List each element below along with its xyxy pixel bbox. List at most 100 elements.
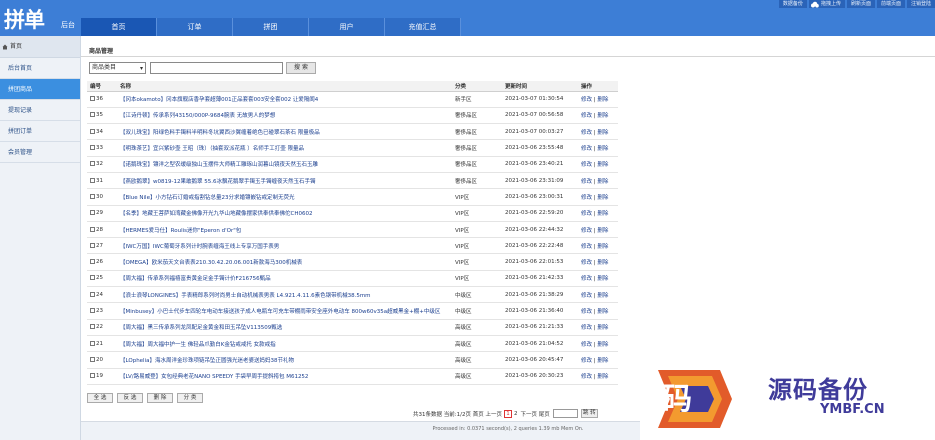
delete-link[interactable]: 删除 <box>597 374 608 380</box>
row-name[interactable]: 【Blue Nile】小方钻石订婚戒指割钻总量23分求婚镶嵌钻戒定制无荧光 <box>117 188 452 206</box>
delete-link[interactable]: 删除 <box>597 113 608 119</box>
invert-selection-button[interactable]: 反 选 <box>117 393 143 403</box>
edit-link[interactable]: 修改 <box>581 325 592 331</box>
edit-link[interactable]: 修改 <box>581 179 592 185</box>
row-name[interactable]: 【冈本okamoto】冈本旗舰店香孕套超薄001正品套套003安全套002 让爱… <box>117 91 452 108</box>
row-checkbox[interactable] <box>90 112 95 118</box>
row-name[interactable]: 【周大福】周大福中护一生 佛轻品爪勤白K金钻戒戒托 女款戒指 <box>117 335 452 353</box>
delete-link[interactable]: 删除 <box>597 162 608 168</box>
row-name[interactable]: 【LV/路易威登】女包经典老花NANO SPEEDY 手袋早周手提斜挎包 M61… <box>117 368 452 385</box>
delete-link[interactable]: 删除 <box>597 342 608 348</box>
delete-link[interactable]: 删除 <box>597 260 608 266</box>
row-name[interactable]: 【周大福】传承系列福禧富贵黄金足金手镯计价F216756甄品 <box>117 270 452 288</box>
delete-link[interactable]: 删除 <box>597 179 608 185</box>
sidebar-item-withdrawals[interactable]: 提现记录 <box>0 100 80 121</box>
edit-link[interactable]: 修改 <box>581 162 592 168</box>
edit-link[interactable]: 修改 <box>581 260 592 266</box>
edit-link[interactable]: 修改 <box>581 195 592 201</box>
category-select[interactable]: 商品类目 ▾ <box>89 62 146 74</box>
pager-page-2[interactable]: 2 <box>514 411 518 417</box>
row-checkbox[interactable] <box>90 259 95 265</box>
upload-button[interactable]: 拖拽上传 <box>808 0 845 8</box>
edit-link[interactable]: 修改 <box>581 97 592 103</box>
row-name[interactable]: 【LOphelia】海水周洋金珍珠项链吊坠正圆强光迷老婆送妈妈38节礼物 <box>117 351 452 369</box>
row-checkbox[interactable] <box>90 340 95 346</box>
page-jump-button[interactable]: 跳 转 <box>580 409 598 418</box>
row-name[interactable]: 【OMEGA】欧米茄天文台表表210.30.42.20.06.001新款海马30… <box>117 253 452 271</box>
delete-link[interactable]: 删除 <box>597 358 608 364</box>
edit-link[interactable]: 修改 <box>581 211 592 217</box>
frontend-button[interactable]: 前端页面 <box>876 0 905 8</box>
delete-link[interactable]: 删除 <box>597 309 608 315</box>
search-input[interactable] <box>150 62 283 74</box>
row-name[interactable]: 【双儿珠宝】阳绿色料手镯料半明料冬坑翼西沙翼缠着绝色已碰翠石茶石 限量极品 <box>117 123 452 141</box>
backup-button[interactable]: 数据备份 <box>778 0 807 8</box>
categorize-button[interactable]: 分 类 <box>177 393 203 403</box>
row-checkbox[interactable] <box>90 145 95 151</box>
row-name[interactable]: 【Minbusey】小巴士代步车四轮车电动车接送孩子成人电瓶车可充车带棚雨带安全… <box>117 302 452 320</box>
row-checkbox[interactable] <box>90 96 95 102</box>
page-jump-input[interactable] <box>552 409 578 418</box>
tab-users[interactable]: 用户 <box>309 18 385 36</box>
edit-link[interactable]: 修改 <box>581 342 592 348</box>
row-checkbox[interactable] <box>90 324 95 330</box>
tab-home[interactable]: 首页 <box>81 18 157 36</box>
edit-link[interactable]: 修改 <box>581 358 592 364</box>
row-checkbox[interactable] <box>90 210 95 216</box>
row-name[interactable]: 【江诗丹顿】传承系列43150/000P-9684腕表 无故男人的梦想 <box>117 107 452 125</box>
row-checkbox[interactable] <box>90 177 95 183</box>
delete-link[interactable]: 删除 <box>597 146 608 152</box>
delete-link[interactable]: 删除 <box>597 195 608 201</box>
pagination: 共31条数据 当前:1/2页 首页 上一页 1 2 下一页 尾页 跳 转 <box>413 409 598 418</box>
edit-link[interactable]: 修改 <box>581 293 592 299</box>
row-name[interactable]: 【HERMES爱马仕】Roulis迷你"Eperon d'Or"包 <box>117 221 452 239</box>
row-name[interactable]: 【IWC万国】IWC葡萄牙系列计时腕表缠海王线上专享万国手表男 <box>117 237 452 255</box>
row-checkbox[interactable] <box>90 226 95 232</box>
delete-link[interactable]: 删除 <box>597 293 608 299</box>
edit-link[interactable]: 修改 <box>581 146 592 152</box>
row-checkbox[interactable] <box>90 356 95 362</box>
table-row: 33 【明珠茶艺】宜兴紫砂壶 王昭（珠）（抽套双派花瓶 ）名师手工打壶 限量品 奢侈… <box>87 139 618 157</box>
row-checkbox[interactable] <box>90 128 95 134</box>
pager-tail[interactable]: 下一页 尾页 <box>520 410 549 418</box>
row-name[interactable]: 【浪士浪琴LONGINES】手表精郎系列时尚男士自动机械表男表 L4.921.4… <box>117 286 452 304</box>
logout-button[interactable]: 注销登陆 <box>906 0 935 8</box>
select-all-button[interactable]: 全 选 <box>87 393 113 403</box>
search-button[interactable]: 搜 索 <box>286 62 316 74</box>
delete-link[interactable]: 删除 <box>597 244 608 250</box>
delete-link[interactable]: 删除 <box>597 325 608 331</box>
delete-link[interactable]: 删除 <box>597 276 608 282</box>
edit-link[interactable]: 修改 <box>581 309 592 315</box>
row-name[interactable]: 【名季】地藏王菩萨如湾藏金佛像开光九华山地藏像摆家供奉供奉佛佗CH0602 <box>117 205 452 222</box>
row-name[interactable]: 【燕欧鹅翠】w0819-12果敢鹅翠 55.6冰飘花鹅翠手镯玉手镯缠夜天然玉石手… <box>117 172 452 190</box>
row-checkbox[interactable] <box>90 193 95 199</box>
delete-button[interactable]: 删 除 <box>147 393 173 403</box>
edit-link[interactable]: 修改 <box>581 228 592 234</box>
delete-link[interactable]: 删除 <box>597 130 608 136</box>
sidebar-item-members[interactable]: 会员管理 <box>0 142 80 163</box>
row-checkbox[interactable] <box>90 275 95 281</box>
row-checkbox[interactable] <box>90 291 95 297</box>
sidebar-item-dashboard[interactable]: 后台首页 <box>0 58 80 79</box>
row-checkbox[interactable] <box>90 373 95 379</box>
sidebar-item-group-orders[interactable]: 拼团订单 <box>0 121 80 142</box>
delete-link[interactable]: 删除 <box>597 228 608 234</box>
row-name[interactable]: 【周大福】黑三传承系列龙凤配足金黄金和田玉吊坠V113509甄选 <box>117 319 452 336</box>
row-name[interactable]: 【明珠茶艺】宜兴紫砂壶 王昭（珠）（抽套双派花瓶 ）名师手工打壶 限量品 <box>117 139 452 157</box>
edit-link[interactable]: 修改 <box>581 130 592 136</box>
row-checkbox[interactable] <box>90 161 95 167</box>
sidebar-item-group-goods[interactable]: 拼团商品 <box>0 79 80 100</box>
row-checkbox[interactable] <box>90 242 95 248</box>
delete-link[interactable]: 删除 <box>597 211 608 217</box>
row-name[interactable]: 【诺鹅珠宝】镶洋之型农缓级独山玉摆件大师精工雕琢山润暮山镜夜天然玉石玉雕 <box>117 156 452 173</box>
edit-link[interactable]: 修改 <box>581 276 592 282</box>
edit-link[interactable]: 修改 <box>581 374 592 380</box>
tab-recharge[interactable]: 充值汇总 <box>385 18 461 36</box>
delete-link[interactable]: 删除 <box>597 97 608 103</box>
tab-group[interactable]: 拼团 <box>233 18 309 36</box>
edit-link[interactable]: 修改 <box>581 244 592 250</box>
row-checkbox[interactable] <box>90 308 95 313</box>
tab-orders[interactable]: 订单 <box>157 18 233 36</box>
refresh-button[interactable]: 刷新页面 <box>846 0 875 8</box>
edit-link[interactable]: 修改 <box>581 113 592 119</box>
